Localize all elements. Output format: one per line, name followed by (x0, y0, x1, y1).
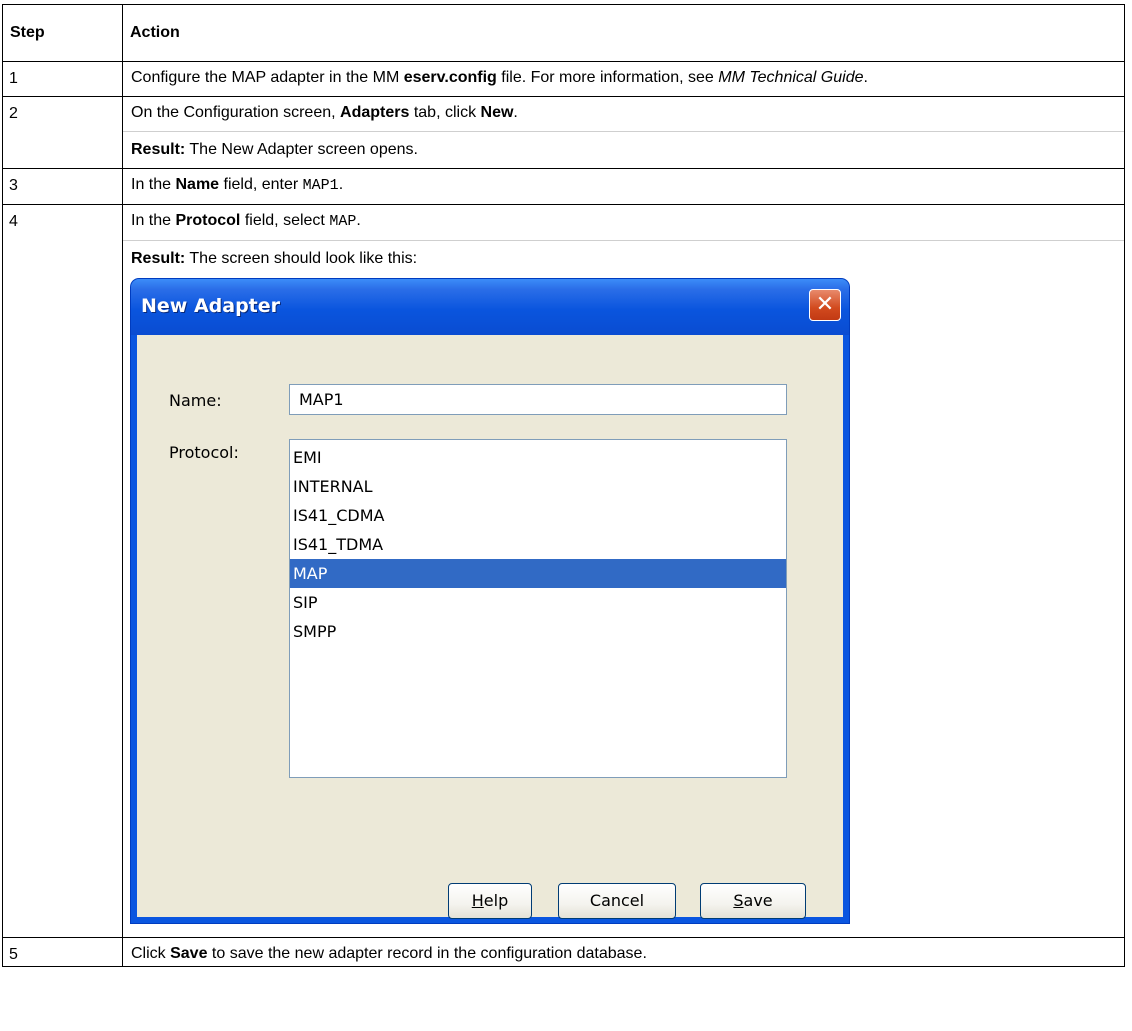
step-number: 5 (2, 937, 123, 967)
protocol-option[interactable]: SIP (290, 588, 786, 617)
config-file-name: eserv.config (403, 69, 497, 86)
table-row: 2 On the Configuration screen, Adapters … (2, 96, 1125, 169)
name-field[interactable]: MAP1 (289, 384, 787, 415)
table-row: 4 In the Protocol field, select MAP. Resu… (2, 204, 1125, 938)
header-action: Action (122, 4, 1125, 62)
table-row: 5 Click Save to save the new adapter rec… (2, 937, 1125, 967)
save-button[interactable]: Save (700, 883, 806, 919)
help-button[interactable]: Help (448, 883, 532, 919)
protocol-label: Protocol: (169, 443, 239, 462)
result-line: Result: The screen should look like this… (123, 240, 1124, 269)
protocol-option[interactable]: EMI (290, 443, 786, 472)
step-number: 1 (2, 61, 123, 97)
protocol-option[interactable]: IS41_TDMA (290, 530, 786, 559)
step-action: On the Configuration screen, Adapters ta… (122, 96, 1125, 169)
step-action: In the Protocol field, select MAP. Result… (122, 204, 1125, 938)
guide-reference: MM Technical Guide (718, 69, 864, 86)
protocol-option[interactable]: IS41_CDMA (290, 501, 786, 530)
protocol-listbox[interactable]: EMI INTERNAL IS41_CDMA IS41_TDMA MAP SIP SMPP (289, 439, 787, 778)
protocol-option[interactable]: SMPP (290, 617, 786, 646)
procedure-table: Step Action 1 Configure the MAP adapter … (2, 4, 1125, 967)
protocol-option[interactable]: INTERNAL (290, 472, 786, 501)
dialog-title: New Adapter (141, 295, 281, 317)
step-action: Click Save to save the new adapter recor… (122, 937, 1125, 967)
close-icon[interactable]: ✕ (809, 289, 841, 321)
name-label: Name: (169, 391, 222, 410)
protocol-option[interactable]: MAP (290, 559, 786, 588)
dialog-body: Name: MAP1 Protocol: EMI INTERNAL IS41_CDM… (137, 335, 843, 919)
table-row: 3 In the Name field, enter MAP1. (2, 168, 1125, 205)
new-adapter-dialog: New Adapter ✕ Name: MAP1 Protocol: EMI IN… (131, 279, 849, 923)
table-row: 1 Configure the MAP adapter in the MM es… (2, 61, 1125, 97)
step-action: In the Name field, enter MAP1. (122, 168, 1125, 205)
step-number: 2 (2, 96, 123, 169)
step-number: 4 (2, 204, 123, 938)
result-line: Result: The New Adapter screen opens. (123, 131, 1124, 160)
code-value: MAP (329, 213, 357, 230)
step-number: 3 (2, 168, 123, 205)
header-step: Step (2, 4, 123, 62)
step-action: Configure the MAP adapter in the MM eser… (122, 61, 1125, 97)
code-value: MAP1 (302, 177, 339, 194)
cancel-button[interactable]: Cancel (558, 883, 676, 919)
table-header-row: Step Action (2, 4, 1125, 62)
dialog-titlebar[interactable]: New Adapter ✕ (131, 279, 849, 335)
